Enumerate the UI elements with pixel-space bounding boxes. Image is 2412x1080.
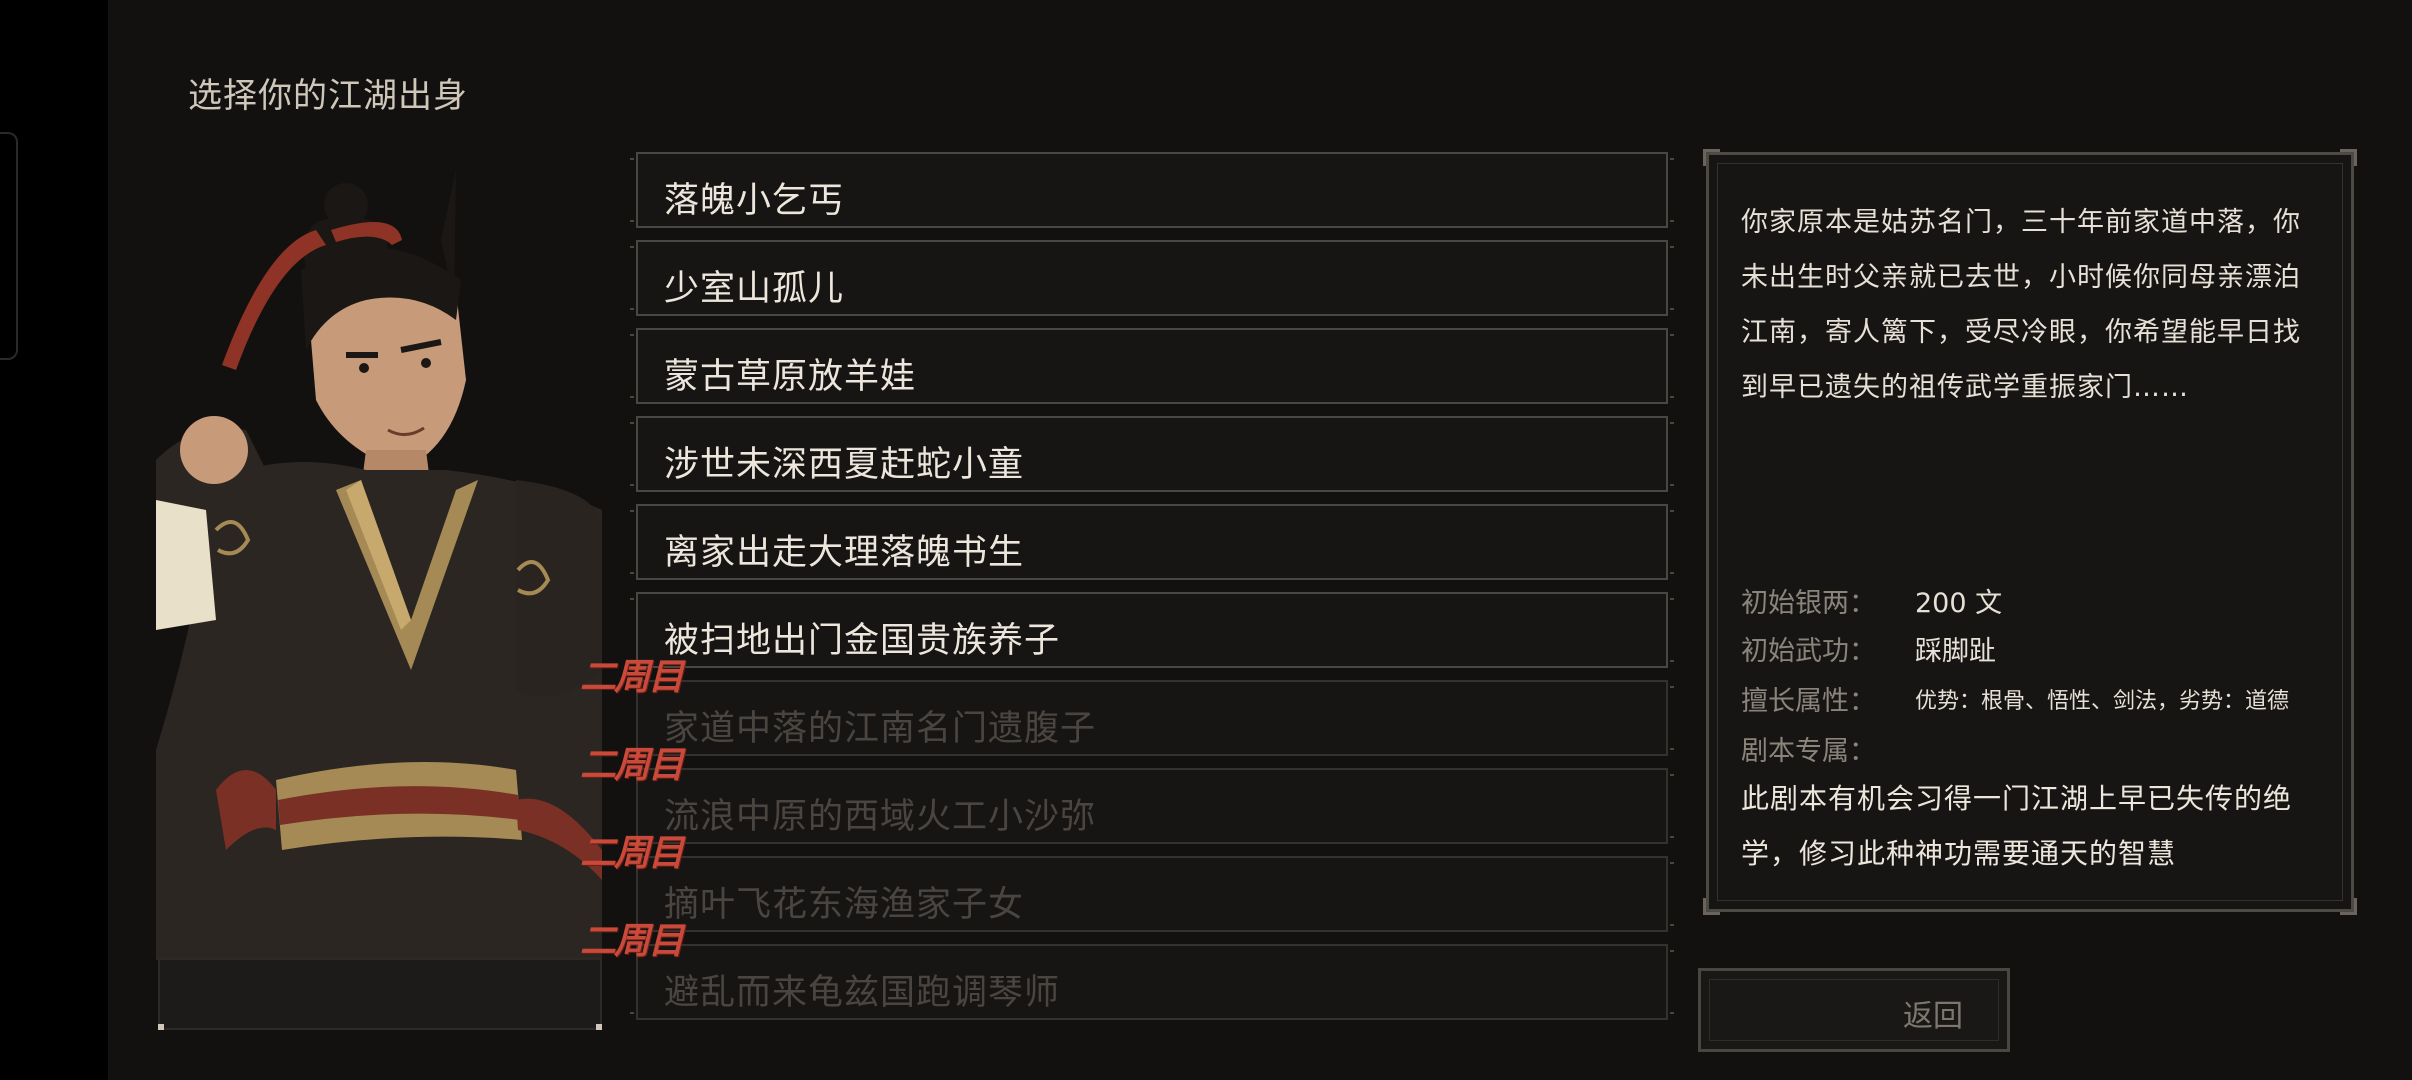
exclusive-description: 此剧本有机会习得一门江湖上早已失传的绝学，修习此种神功需要通天的智慧 <box>1741 782 2293 870</box>
stat-value-attributes: 优势：根骨、悟性、剑法，劣势：道德 <box>1915 689 2290 714</box>
origin-label: 涉世未深西夏赶蛇小童 <box>664 445 1025 485</box>
back-button-label: 返回 <box>1903 999 1963 1034</box>
corner-ornament <box>2340 898 2357 915</box>
character-portrait <box>156 150 602 960</box>
origin-option[interactable]: 被扫地出门金国贵族养子 <box>630 592 1674 668</box>
origin-option[interactable]: 离家出走大理落魄书生 <box>630 504 1674 580</box>
second-playthrough-badge: 二周目 <box>580 744 684 786</box>
origin-option-locked[interactable]: 二周目 摘叶飞花东海渔家子女 <box>580 832 1674 932</box>
origin-label: 避乱而来龟兹国跑调琴师 <box>664 973 1061 1013</box>
stat-label-martial-art: 初始武功： <box>1741 636 1876 667</box>
origin-detail-panel: 你家原本是姑苏名门，三十年前家道中落，你未出生时父亲就已去世，小时候你同母亲漂泊… <box>1703 149 2357 915</box>
corner-ornament <box>2340 149 2357 166</box>
stat-label-attributes: 擅长属性： <box>1741 686 1876 717</box>
origin-option[interactable]: 蒙古草原放羊娃 <box>630 328 1674 404</box>
corner-ornament <box>1703 149 1720 166</box>
origin-label: 被扫地出门金国贵族养子 <box>664 621 1061 661</box>
stat-label-silver: 初始银两： <box>1741 588 1876 619</box>
origin-option-locked[interactable]: 二周目 避乱而来龟兹国跑调琴师 <box>580 920 1674 1020</box>
origin-option[interactable]: 落魄小乞丐 <box>630 152 1674 228</box>
stat-value-martial-art: 踩脚趾 <box>1915 636 1996 667</box>
second-playthrough-badge: 二周目 <box>580 920 684 962</box>
stat-value-silver: 200 文 <box>1915 588 2003 619</box>
origin-label: 离家出走大理落魄书生 <box>664 533 1025 573</box>
origin-option-locked[interactable]: 二周目 家道中落的江南名门遗腹子 <box>580 656 1674 756</box>
device-notch <box>0 132 18 360</box>
second-playthrough-badge: 二周目 <box>580 832 684 874</box>
origin-list: 落魄小乞丐 少室山孤儿 蒙古草原放羊娃 涉世未深西夏赶蛇小童 离家出走大理落魄书… <box>580 152 1674 1032</box>
origin-label: 摘叶飞花东海渔家子女 <box>664 885 1025 925</box>
corner-ornament <box>1703 898 1720 915</box>
plate-corner <box>596 1024 602 1030</box>
portrait-nameplate <box>158 958 602 1030</box>
back-button[interactable]: 返回 <box>1698 968 2010 1052</box>
plate-corner <box>158 1024 164 1030</box>
stat-label-exclusive: 剧本专属： <box>1741 736 1876 767</box>
origin-option[interactable]: 涉世未深西夏赶蛇小童 <box>630 416 1674 492</box>
origin-label: 少室山孤儿 <box>664 269 845 309</box>
page-title: 选择你的江湖出身 <box>188 76 468 116</box>
origin-option-locked[interactable]: 二周目 流浪中原的西域火工小沙弥 <box>580 744 1674 844</box>
origin-label: 家道中落的江南名门遗腹子 <box>664 709 1097 749</box>
origin-description: 你家原本是姑苏名门，三十年前家道中落，你未出生时父亲就已去世，小时候你同母亲漂泊… <box>1741 207 2301 403</box>
origin-label: 落魄小乞丐 <box>664 181 845 221</box>
origin-label: 蒙古草原放羊娃 <box>664 357 917 397</box>
origin-label: 流浪中原的西域火工小沙弥 <box>664 797 1097 837</box>
origin-option[interactable]: 少室山孤儿 <box>630 240 1674 316</box>
second-playthrough-badge: 二周目 <box>580 656 684 698</box>
